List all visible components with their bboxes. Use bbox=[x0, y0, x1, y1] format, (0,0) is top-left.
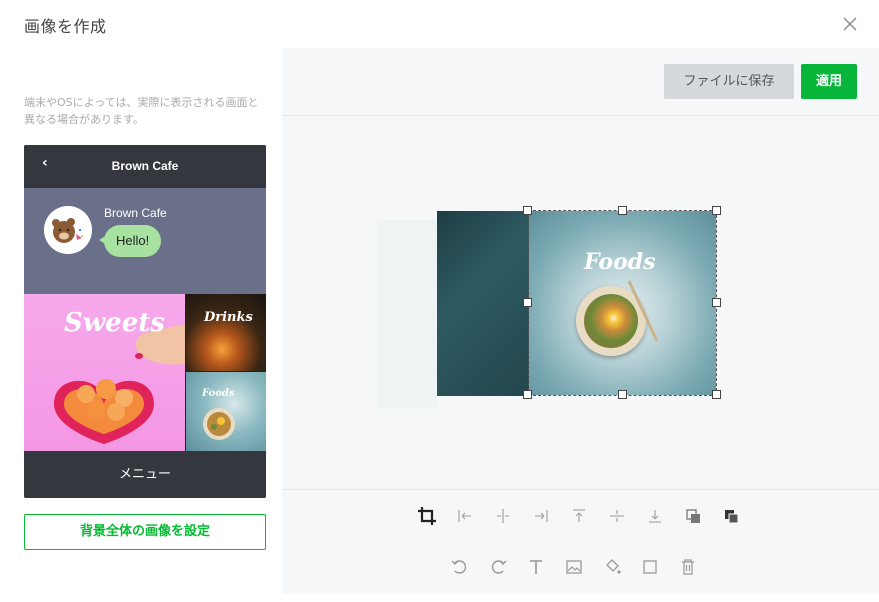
close-icon[interactable] bbox=[838, 12, 862, 36]
avatar bbox=[44, 206, 92, 254]
editor-canvas[interactable]: Foods bbox=[282, 117, 879, 489]
rectangle-icon[interactable] bbox=[636, 553, 664, 581]
align-left-icon[interactable] bbox=[451, 502, 479, 530]
phone-menu-bar: メニュー bbox=[24, 451, 266, 498]
image-dark-area bbox=[437, 211, 529, 396]
editor-panel: ファイルに保存 適用 Foods bbox=[282, 48, 879, 594]
menu-tile-foods: Foods bbox=[186, 372, 266, 451]
set-background-image-button[interactable]: 背景全体の画像を設定 bbox=[24, 514, 266, 550]
chat-sender-name: Brown Cafe bbox=[104, 206, 167, 220]
preview-notice: 端末やOSによっては、実際に表示される画面と異なる場合があります。 bbox=[24, 96, 259, 126]
bring-forward-icon[interactable] bbox=[679, 502, 707, 530]
align-top-icon[interactable] bbox=[565, 502, 593, 530]
crop-icon[interactable] bbox=[413, 502, 441, 530]
crop-handle-bottom-right[interactable] bbox=[712, 390, 721, 399]
apply-button[interactable]: 適用 bbox=[801, 64, 857, 99]
send-backward-icon[interactable] bbox=[717, 502, 745, 530]
chat-bubble: Hello! bbox=[98, 225, 162, 257]
dialog-header: 画像を作成 bbox=[0, 0, 879, 48]
menu-tile-sweets: Sweets bbox=[24, 294, 185, 451]
crop-selection[interactable] bbox=[528, 210, 717, 396]
phone-header: ‹ Brown Cafe bbox=[24, 145, 266, 188]
editor-tools bbox=[282, 489, 879, 594]
undo-icon[interactable] bbox=[446, 553, 474, 581]
editor-top-bar: ファイルに保存 適用 bbox=[282, 48, 879, 116]
crop-handle-top[interactable] bbox=[618, 206, 627, 215]
dialog-title: 画像を作成 bbox=[24, 17, 107, 36]
delete-icon[interactable] bbox=[674, 553, 702, 581]
chat-area: Brown Cafe Hello! bbox=[24, 188, 266, 294]
crop-handle-top-left[interactable] bbox=[523, 206, 532, 215]
text-icon[interactable] bbox=[522, 553, 550, 581]
crop-handle-bottom-left[interactable] bbox=[523, 390, 532, 399]
fill-icon[interactable] bbox=[598, 553, 626, 581]
crop-handle-top-right[interactable] bbox=[712, 206, 721, 215]
align-bottom-icon[interactable] bbox=[641, 502, 669, 530]
phone-preview: ‹ Brown Cafe Brown Cafe Hello! Sweets Dr… bbox=[24, 145, 266, 498]
image-faint-area bbox=[377, 220, 437, 408]
tile-label-drinks: Drinks bbox=[204, 310, 253, 325]
menu-tile-drinks: Drinks bbox=[186, 294, 266, 371]
redo-icon[interactable] bbox=[484, 553, 512, 581]
crop-handle-right[interactable] bbox=[712, 298, 721, 307]
image-icon[interactable] bbox=[560, 553, 588, 581]
crop-handle-left[interactable] bbox=[523, 298, 532, 307]
save-file-button[interactable]: ファイルに保存 bbox=[664, 64, 794, 99]
crop-handle-bottom[interactable] bbox=[618, 390, 627, 399]
preview-panel: 端末やOSによっては、実際に表示される画面と異なる場合があります。 ‹ Brow… bbox=[0, 48, 282, 602]
tile-label-foods: Foods bbox=[202, 388, 235, 399]
tile-label-sweets: Sweets bbox=[64, 308, 165, 338]
align-center-vertical-icon[interactable] bbox=[603, 502, 631, 530]
phone-title: Brown Cafe bbox=[111, 159, 179, 173]
align-center-horizontal-icon[interactable] bbox=[489, 502, 517, 530]
rich-menu-preview: Sweets Drinks Foods bbox=[24, 294, 266, 451]
align-right-icon[interactable] bbox=[527, 502, 555, 530]
